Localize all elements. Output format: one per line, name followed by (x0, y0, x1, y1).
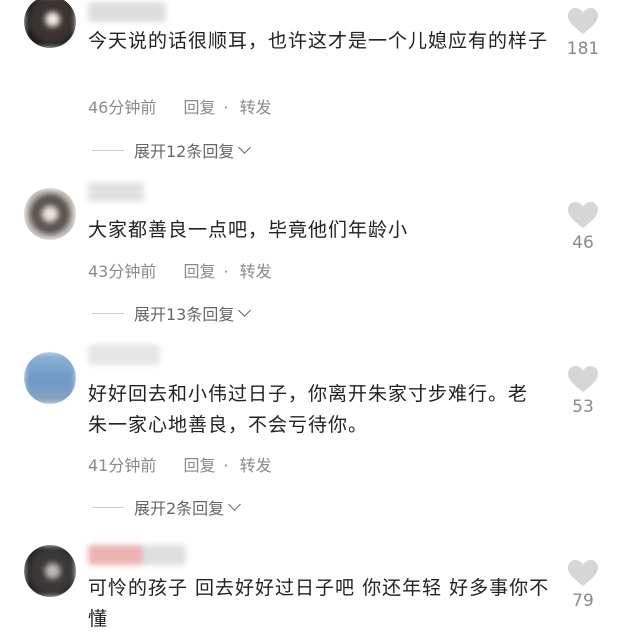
chevron-down-icon (228, 498, 242, 511)
expand-replies-button[interactable]: 展开2条回复 (92, 495, 242, 519)
heart-icon (568, 560, 598, 586)
like-button[interactable]: 53 (560, 366, 606, 417)
avatar[interactable] (24, 0, 76, 48)
like-count: 46 (572, 233, 594, 253)
comment-list: 今天说的话很顺耳，也许这才是一个儿媳应有的样子 46分钟前 回复 · 转发 展开1… (0, 0, 618, 640)
like-count: 53 (572, 397, 594, 417)
divider (92, 149, 124, 151)
expand-replies-label: 展开2条回复 (134, 499, 225, 518)
heart-icon (568, 8, 598, 34)
comment-time: 43分钟前 (88, 262, 157, 281)
username[interactable] (88, 2, 166, 22)
divider (92, 312, 124, 314)
expand-replies-label: 展开12条回复 (134, 142, 235, 161)
forward-button[interactable]: 转发 (240, 456, 272, 475)
username[interactable] (88, 182, 144, 202)
comment-text: 好好回去和小伟过日子，你离开朱家寸步难行。老朱一家心地善良，不会亏待你。 (88, 383, 529, 436)
username[interactable] (88, 345, 160, 365)
like-button[interactable]: 181 (560, 8, 606, 59)
comment-time: 46分钟前 (88, 98, 157, 117)
avatar[interactable] (24, 188, 76, 240)
avatar[interactable] (24, 352, 76, 404)
comment-text: 今天说的话很顺耳，也许这才是一个儿媳应有的样子 (88, 30, 549, 52)
forward-button[interactable]: 转发 (240, 98, 272, 117)
reply-button[interactable]: 回复 (183, 98, 215, 117)
forward-button[interactable]: 转发 (240, 262, 272, 281)
expand-replies-label: 展开13条回复 (134, 305, 235, 324)
chevron-down-icon (238, 304, 252, 317)
comment-meta: 41分钟前 回复 · 转发 (88, 456, 272, 475)
avatar[interactable] (24, 545, 76, 597)
comment-text: 大家都善良一点吧，毕竟他们年龄小 (88, 219, 409, 241)
like-count: 79 (572, 591, 594, 611)
comment-meta: 43分钟前 回复 · 转发 (88, 262, 272, 281)
chevron-down-icon (238, 141, 252, 154)
like-button[interactable]: 46 (560, 202, 606, 253)
expand-replies-button[interactable]: 展开12条回复 (92, 138, 252, 162)
comment-time: 41分钟前 (88, 456, 157, 475)
reply-button[interactable]: 回复 (183, 456, 215, 475)
heart-icon (568, 202, 598, 228)
reply-button[interactable]: 回复 (183, 262, 215, 281)
comment-text: 可怜的孩子 回去好好过日子吧 你还年轻 好多事你不懂 (88, 577, 550, 630)
divider (92, 506, 124, 508)
comment-meta: 46分钟前 回复 · 转发 (88, 98, 272, 117)
username[interactable] (88, 545, 186, 565)
like-count: 181 (566, 39, 600, 59)
heart-icon (568, 366, 598, 392)
like-button[interactable]: 79 (560, 560, 606, 611)
expand-replies-button[interactable]: 展开13条回复 (92, 301, 252, 325)
